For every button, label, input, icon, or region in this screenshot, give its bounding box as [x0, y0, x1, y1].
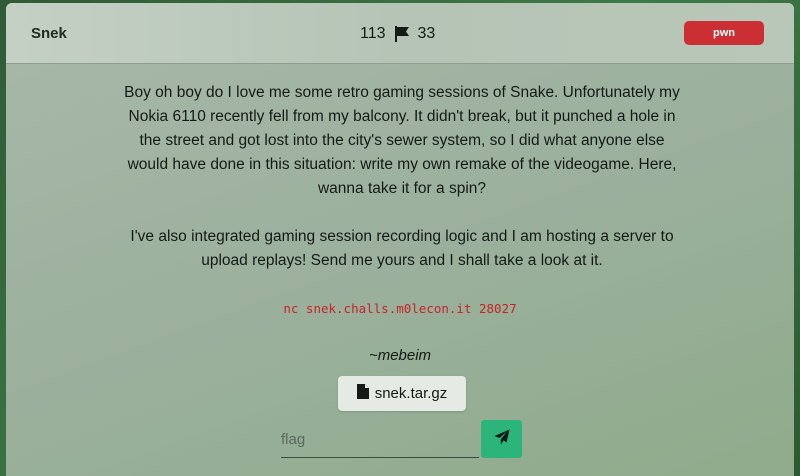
file-label: snek.tar.gz — [374, 385, 448, 402]
challenge-author: ~mebeim — [368, 347, 432, 364]
paper-plane-icon — [494, 429, 510, 450]
category-tag: pwn — [684, 21, 764, 45]
submit-flag-button[interactable] — [481, 420, 522, 458]
flag-input[interactable] — [281, 421, 479, 458]
solves-count: 113 — [360, 25, 386, 42]
description-paragraph: Boy oh boy do I love me some retro gamin… — [124, 84, 680, 197]
file-icon — [356, 384, 369, 403]
challenge-stats: 113 33 — [360, 24, 435, 44]
challenge-title: Snek — [31, 25, 67, 42]
points-count: 33 — [417, 25, 436, 42]
flag-icon — [394, 25, 410, 43]
connection-command: nc snek.challs.m0lecon.it 28027 — [283, 301, 517, 316]
download-file-button[interactable]: snek.tar.gz — [338, 376, 466, 411]
challenge-description: Boy oh boy do I love me some retro gamin… — [124, 81, 680, 297]
challenge-card: Snek 113 33 pwn Boy oh boy do I love me … — [6, 3, 794, 476]
description-paragraph: I've also integrated gaming session reco… — [130, 228, 674, 269]
challenge-header: Snek 113 33 pwn — [6, 3, 794, 64]
